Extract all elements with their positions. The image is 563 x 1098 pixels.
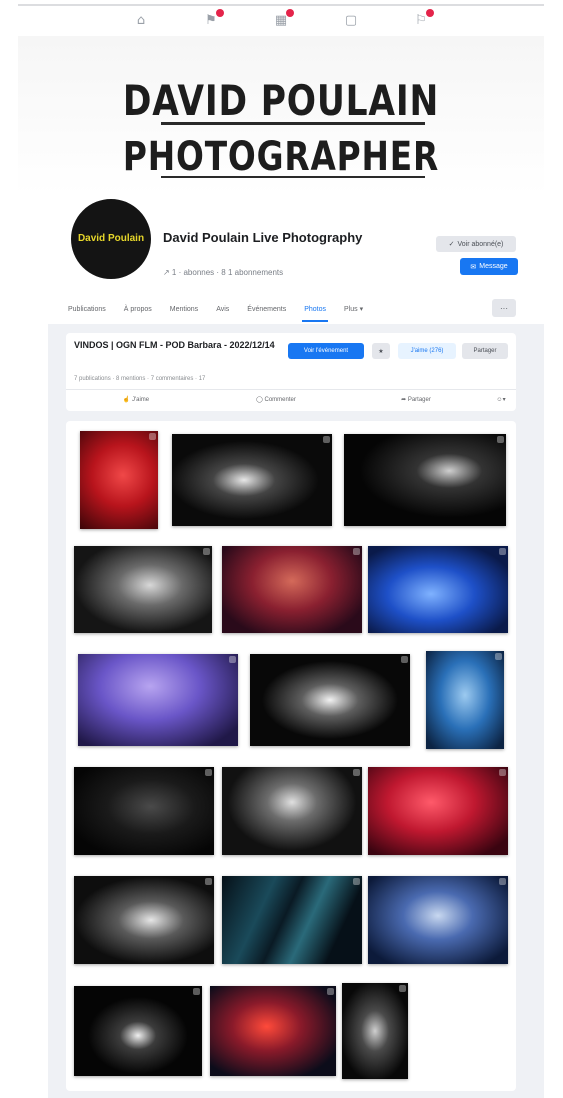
photo-thumbnail[interactable] bbox=[222, 546, 362, 633]
album-title: VINDOS | OGN FLM - POD Barbara - 2022/12… bbox=[74, 340, 275, 350]
photo-thumbnail[interactable] bbox=[74, 767, 214, 855]
photo-thumbnail[interactable] bbox=[74, 986, 202, 1076]
share-album-button[interactable]: Partager bbox=[462, 343, 508, 359]
comment-action-label: Commenter bbox=[264, 397, 296, 403]
photo-options-icon[interactable] bbox=[193, 988, 200, 995]
cover-title-line2: PHOTOGRAPHER bbox=[122, 134, 440, 180]
avatar[interactable]: David Poulain bbox=[68, 196, 154, 282]
facebook-page-frame: ⌂ ⚑ ▦ ▢ ⚐ DAVID POULAIN PHOTOGRAPHER Dav… bbox=[0, 0, 563, 1098]
follow-status-button[interactable]: ✓ Voir abonné(e) bbox=[436, 236, 516, 252]
notification-dot bbox=[286, 9, 294, 17]
photo-options-icon[interactable] bbox=[229, 656, 236, 663]
share-icon: ➦ bbox=[401, 397, 408, 403]
group-icon[interactable]: ▢ bbox=[340, 9, 362, 31]
like-action[interactable]: ☝ J'aime bbox=[66, 396, 206, 403]
cover-rule bbox=[161, 122, 425, 125]
photo-options-icon[interactable] bbox=[497, 436, 504, 443]
page-title[interactable]: David Poulain Live Photography bbox=[163, 228, 363, 247]
photo-grid bbox=[66, 421, 516, 1091]
album-header-card: VINDOS | OGN FLM - POD Barbara - 2022/12… bbox=[66, 333, 516, 411]
photo-thumbnail[interactable] bbox=[172, 434, 332, 526]
photo-options-icon[interactable] bbox=[499, 769, 506, 776]
reaction-picker[interactable]: ☺▾ bbox=[486, 396, 516, 403]
photo-thumbnail[interactable] bbox=[74, 876, 214, 964]
photo-options-icon[interactable] bbox=[323, 436, 330, 443]
cover-title-line1: DAVID POULAIN bbox=[122, 76, 440, 125]
like-action-label: J'aime bbox=[131, 397, 150, 403]
top-navigation: ⌂ ⚑ ▦ ▢ ⚐ bbox=[18, 4, 544, 34]
photo-options-icon[interactable] bbox=[149, 433, 156, 440]
share-action[interactable]: ➦ Partager bbox=[346, 396, 486, 403]
reaction-picker-label: ▾ bbox=[502, 397, 506, 403]
photo-thumbnail[interactable] bbox=[222, 876, 362, 964]
photo-thumbnail[interactable] bbox=[80, 431, 158, 529]
photo-options-icon[interactable] bbox=[205, 769, 212, 776]
star-icon[interactable]: ★ bbox=[372, 343, 390, 359]
message-button[interactable]: ✉ Message bbox=[460, 258, 518, 275]
comment-action[interactable]: ◯ Commenter bbox=[206, 396, 346, 403]
photo-options-icon[interactable] bbox=[495, 653, 502, 660]
photo-thumbnail[interactable] bbox=[210, 986, 336, 1076]
tab-publications[interactable]: Publications bbox=[66, 297, 108, 322]
photo-thumbnail[interactable] bbox=[368, 767, 508, 855]
photo-options-icon[interactable] bbox=[399, 985, 406, 992]
store-icon[interactable]: ▦ bbox=[270, 9, 294, 31]
photo-thumbnail[interactable] bbox=[78, 654, 238, 746]
photo-options-icon[interactable] bbox=[353, 769, 360, 776]
bell-icon[interactable]: ⚐ bbox=[410, 9, 434, 31]
page-stats: ↗ 1 · abonnes · 8 1 abonnements bbox=[163, 268, 284, 277]
photo-options-icon[interactable] bbox=[203, 548, 210, 555]
view-event-button[interactable]: Voir l'événement bbox=[288, 343, 364, 359]
follow-status-label: Voir abonné(e) bbox=[457, 240, 504, 248]
message-button-label: Message bbox=[479, 263, 508, 270]
check-icon: ✓ bbox=[448, 241, 455, 248]
flag-icon[interactable]: ⚑ bbox=[200, 9, 224, 31]
photo-thumbnail[interactable] bbox=[426, 651, 504, 749]
avatar-logo-text: David Poulain bbox=[77, 233, 145, 244]
photo-options-icon[interactable] bbox=[353, 878, 360, 885]
tab-reviews[interactable]: Avis bbox=[214, 297, 231, 322]
tab-more[interactable]: Plus ▾ bbox=[342, 296, 365, 322]
photo-thumbnail[interactable] bbox=[250, 654, 410, 746]
photo-options-icon[interactable] bbox=[499, 548, 506, 555]
thumb-icon: ☝ bbox=[122, 397, 132, 403]
photo-options-icon[interactable] bbox=[327, 988, 334, 995]
tab-about[interactable]: À propos bbox=[122, 297, 154, 322]
photo-options-icon[interactable] bbox=[353, 548, 360, 555]
album-meta: 7 publications · 8 mentions · 7 commenta… bbox=[74, 376, 206, 382]
cover-photo[interactable]: DAVID POULAIN PHOTOGRAPHER bbox=[18, 36, 544, 196]
photo-thumbnail[interactable] bbox=[368, 876, 508, 964]
tab-mentions[interactable]: Mentions bbox=[168, 297, 200, 322]
home-icon[interactable]: ⌂ bbox=[130, 9, 152, 31]
notification-dot bbox=[216, 9, 224, 17]
photo-options-icon[interactable] bbox=[401, 656, 408, 663]
photo-thumbnail[interactable] bbox=[222, 767, 362, 855]
notification-dot bbox=[426, 9, 434, 17]
cover-rule bbox=[161, 176, 425, 178]
photo-options-icon[interactable] bbox=[205, 878, 212, 885]
photo-thumbnail[interactable] bbox=[344, 434, 506, 526]
album-actions: ☝ J'aime ◯ Commenter ➦ Partager ☺▾ bbox=[66, 389, 516, 409]
share-action-label: Partager bbox=[407, 397, 431, 403]
photo-options-icon[interactable] bbox=[499, 878, 506, 885]
photo-thumbnail[interactable] bbox=[74, 546, 212, 633]
like-album-button[interactable]: J'aime (276) bbox=[398, 343, 456, 359]
photo-thumbnail[interactable] bbox=[368, 546, 508, 633]
messenger-icon: ✉ bbox=[470, 263, 477, 271]
photo-thumbnail[interactable] bbox=[342, 983, 408, 1079]
more-options-button[interactable]: ··· bbox=[492, 299, 516, 317]
comment-icon: ◯ bbox=[256, 397, 265, 403]
tab-photos[interactable]: Photos bbox=[302, 297, 328, 322]
page-tabs: Publications À propos Mentions Avis Évén… bbox=[66, 294, 516, 324]
tab-events[interactable]: Événements bbox=[245, 297, 288, 322]
